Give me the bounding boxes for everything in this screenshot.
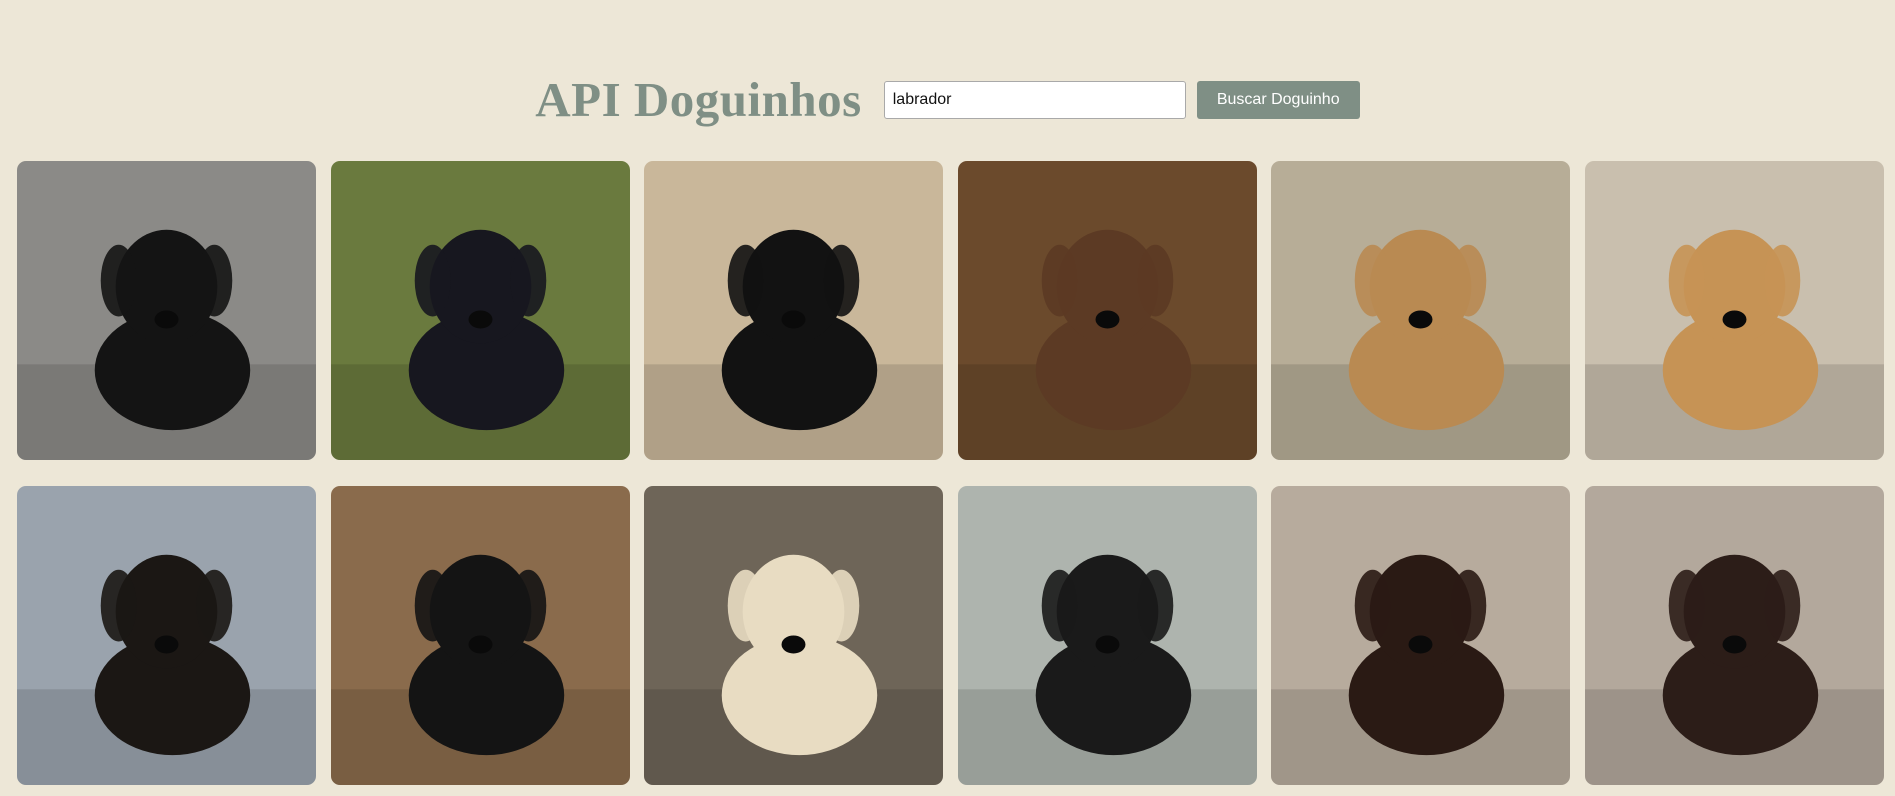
dog-image-card[interactable]	[17, 161, 316, 460]
search-button[interactable]: Buscar Doguinho	[1196, 81, 1360, 119]
dog-image-card[interactable]	[644, 486, 943, 785]
page-title: API Doguinhos	[535, 72, 862, 127]
dog-image-card[interactable]	[957, 486, 1257, 785]
dog-photo	[644, 486, 943, 785]
dog-photo	[330, 486, 630, 785]
dog-image-card[interactable]	[1271, 486, 1570, 785]
dog-image-card[interactable]	[957, 161, 1257, 460]
dog-photo	[1271, 486, 1570, 785]
dog-photo	[17, 486, 316, 785]
dog-image-card[interactable]	[1584, 486, 1884, 785]
page-header: API Doguinhos Buscar Doguinho	[0, 72, 1895, 128]
dog-photo	[1271, 161, 1570, 460]
dog-photo	[330, 161, 630, 460]
dog-image-card[interactable]	[330, 486, 630, 785]
dog-photo	[1584, 161, 1884, 460]
dog-image-card[interactable]	[330, 161, 630, 460]
dog-photo	[1584, 486, 1884, 785]
dog-photo	[644, 161, 943, 460]
dog-photo	[17, 161, 316, 460]
dog-image-card[interactable]	[1584, 161, 1884, 460]
dog-gallery	[17, 161, 1884, 785]
dog-photo	[957, 486, 1257, 785]
dog-photo	[957, 161, 1257, 460]
search-input[interactable]	[883, 81, 1186, 119]
dog-image-card[interactable]	[644, 161, 943, 460]
dog-image-card[interactable]	[17, 486, 316, 785]
dog-image-card[interactable]	[1271, 161, 1570, 460]
